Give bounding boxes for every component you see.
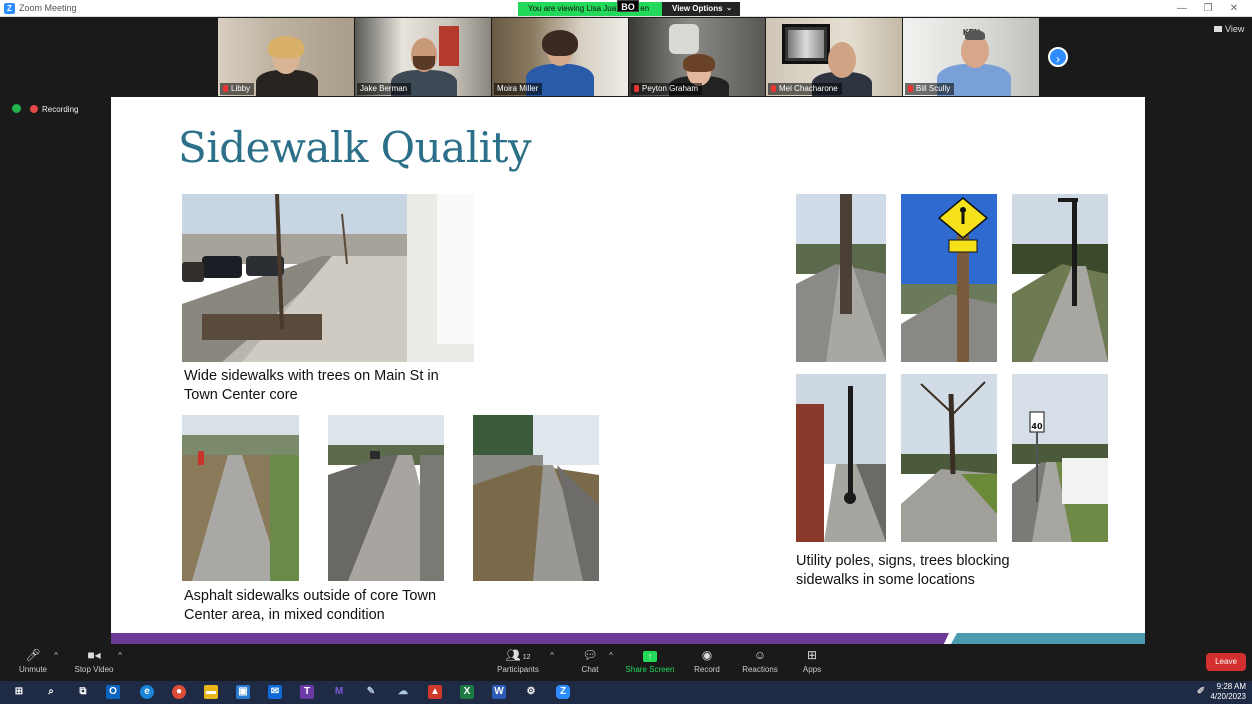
muted-microphone-icon: 🎤︎ — [25, 648, 41, 662]
user-badge: BO — [617, 0, 639, 12]
speed-limit-value: 40 — [1031, 422, 1043, 431]
share-screen-icon: ↑ — [624, 649, 676, 662]
zoom-taskbar-icon[interactable]: Z — [556, 685, 570, 699]
asphalt-sidewalk-photo-2 — [328, 415, 444, 581]
shared-slide: Sidewalk Quality Wide sidewalks with tre… — [111, 97, 1145, 644]
participants-options-caret[interactable]: ^ — [548, 651, 556, 660]
participant-name: Peyton Graham — [631, 83, 703, 95]
reactions-button[interactable]: ☺ Reactions — [740, 649, 780, 674]
view-options-button[interactable]: View Options ⌄ — [662, 2, 740, 16]
mail-icon[interactable]: ✉ — [268, 685, 282, 699]
caption-asphalt: Asphalt sidewalks outside of core Town C… — [184, 588, 437, 623]
zoom-logo-icon: Z — [4, 3, 15, 14]
viewing-text: You are viewing Lisa Jua en — [518, 2, 662, 16]
participants-icon: 👥︎ 12 — [505, 648, 531, 662]
reactions-emoji-icon: ☺ — [753, 648, 767, 662]
minimize-button[interactable]: — — [1172, 1, 1192, 16]
speed-sign-photo: 40 — [1012, 374, 1108, 542]
audio-options-caret[interactable]: ^ — [52, 651, 60, 660]
lamp-post-photo-2 — [796, 374, 886, 542]
record-button[interactable]: ◉ Record — [692, 649, 722, 674]
restore-button[interactable]: ❐ — [1198, 1, 1218, 16]
video-options-caret[interactable]: ^ — [116, 651, 124, 660]
utility-pole-photo-1 — [796, 194, 886, 362]
slide-footer-bands — [111, 633, 1145, 644]
settings-gear-icon[interactable]: ⚙ — [524, 685, 538, 699]
store-icon[interactable]: ▣ — [236, 685, 250, 699]
shield-icon — [12, 104, 21, 113]
search-icon[interactable]: ⌕ — [44, 685, 58, 699]
window-title: Zoom Meeting — [19, 3, 77, 13]
participant-tile[interactable]: Mel Chacharone — [766, 18, 902, 96]
grid-view-icon — [1214, 26, 1222, 32]
stop-video-button[interactable]: ■◂ Stop Video — [72, 649, 116, 674]
app-pinned-icon[interactable]: ▲ — [428, 685, 442, 699]
windows-taskbar: ⊞ ⌕ ⧉ O e ● ▬ ▣ ✉ T M ✎ ☁ ▲ X W ⚙ Z ✐ 9:… — [0, 681, 1252, 704]
windows-start-icon[interactable]: ⊞ — [12, 685, 26, 699]
participant-name: Libby — [220, 83, 255, 95]
network-drive-icon[interactable]: ☁ — [396, 685, 410, 699]
caption-utility: Utility poles, signs, trees blocking sid… — [796, 553, 1010, 588]
participant-tile[interactable]: Jake Berman — [355, 18, 491, 96]
pedestrian-sign-photo — [901, 194, 997, 362]
unmute-button[interactable]: 🎤︎ Unmute — [18, 649, 48, 674]
apps-button[interactable]: ⊞ Apps — [798, 649, 826, 674]
chevron-down-icon: ⌄ — [726, 5, 732, 12]
muted-mic-icon — [634, 85, 639, 92]
asphalt-sidewalk-photo-3 — [473, 415, 599, 581]
chrome-icon[interactable]: ● — [172, 685, 186, 699]
recording-indicator: Recording — [12, 104, 78, 114]
next-page-arrow-icon[interactable]: › — [1048, 47, 1068, 67]
view-button[interactable]: View — [1214, 24, 1244, 34]
muted-mic-icon — [908, 85, 913, 92]
apps-icon: ⊞ — [806, 648, 818, 662]
notepad-icon[interactable]: ✎ — [364, 685, 378, 699]
zoom-meeting-window: { "window": { "title": "Zoom Meeting", "… — [0, 0, 1252, 704]
muted-mic-icon — [223, 85, 228, 92]
main-street-photo — [182, 194, 474, 362]
close-button[interactable]: ✕ — [1224, 1, 1244, 16]
participants-button[interactable]: 👥︎ 12 Participants — [494, 649, 542, 674]
participant-tile[interactable]: Libby — [218, 18, 354, 96]
video-camera-icon: ■◂ — [87, 648, 101, 662]
asphalt-sidewalk-photo-1 — [182, 415, 299, 581]
teams-icon[interactable]: T — [300, 685, 314, 699]
participant-tile[interactable]: Moira Miller — [492, 18, 628, 96]
muted-mic-icon — [771, 85, 776, 92]
participant-name: Jake Berman — [357, 83, 412, 95]
outlook-icon[interactable]: O — [106, 685, 120, 699]
tree-blocking-photo — [901, 374, 997, 542]
meeting-toolbar: 🎤︎ Unmute ^ ■◂ Stop Video ^ 👥︎ 12 Participan… — [0, 645, 1252, 681]
participant-tile[interactable]: KEN Bill Scully — [903, 18, 1039, 96]
recording-dot-icon — [30, 105, 38, 113]
participant-thumbnail-strip: Libby Jake Berman Moira Miller Peyton Gr… — [218, 18, 1048, 96]
lamp-post-photo-1 — [1012, 194, 1108, 362]
caption-main-street: Wide sidewalks with trees on Main St in … — [184, 368, 439, 403]
chat-bubble-icon: 💬︎ — [582, 648, 598, 662]
system-clock[interactable]: 9:28 AM 4/20/2023 — [1210, 682, 1246, 702]
participant-name: Mel Chacharone — [768, 83, 842, 95]
leave-button[interactable]: Leave — [1206, 653, 1246, 671]
record-icon: ◉ — [701, 648, 713, 662]
chat-options-caret[interactable]: ^ — [607, 651, 615, 660]
share-screen-button[interactable]: ↑ Share Screen — [624, 649, 676, 674]
slide-title: Sidewalk Quality — [178, 123, 532, 172]
word-icon[interactable]: W — [492, 685, 506, 699]
file-explorer-icon[interactable]: ▬ — [204, 685, 218, 699]
pen-icon[interactable]: ✐ — [1194, 685, 1208, 699]
edge-icon[interactable]: e — [140, 685, 154, 699]
participant-name: Bill Scully — [905, 83, 955, 95]
task-view-icon[interactable]: ⧉ — [76, 685, 90, 699]
participant-tile[interactable]: Peyton Graham — [629, 18, 765, 96]
chat-button[interactable]: 💬︎ Chat — [578, 649, 602, 674]
m365-icon[interactable]: M — [332, 685, 346, 699]
participant-name: Moira Miller — [494, 83, 543, 95]
excel-icon[interactable]: X — [460, 685, 474, 699]
